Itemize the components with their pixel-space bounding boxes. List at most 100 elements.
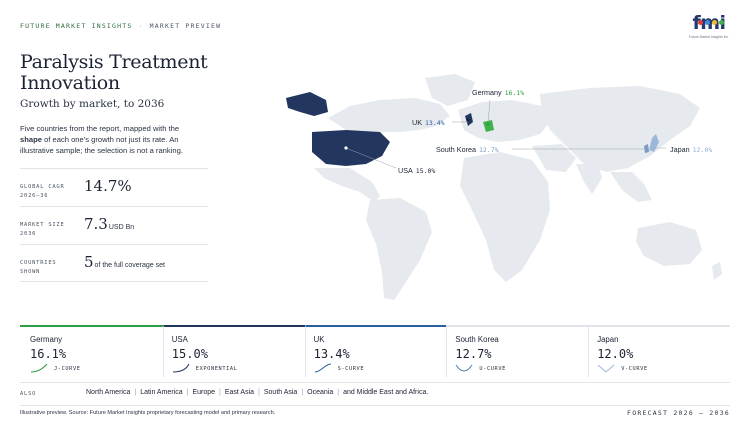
region-item: Latin America bbox=[140, 389, 183, 396]
map-label-value: 12.0% bbox=[692, 146, 713, 154]
map-label-usa: USA 15.0% bbox=[398, 166, 435, 175]
stat-global-cagr: GLOBAL CAGR 2026–36 14.7% bbox=[20, 168, 208, 206]
map-label-japan: Japan 12.0% bbox=[670, 145, 712, 154]
region-item: South Asia bbox=[263, 389, 298, 396]
stats-list: GLOBAL CAGR 2026–36 14.7% MARKET SIZE 20… bbox=[20, 168, 208, 282]
card-value: 12.7% bbox=[455, 347, 492, 361]
map-label-name: UK bbox=[412, 118, 422, 127]
region-separator: | bbox=[134, 389, 137, 396]
region-separator: | bbox=[258, 389, 260, 396]
exponential-curve-icon bbox=[172, 363, 190, 373]
land-south-america bbox=[366, 198, 432, 300]
also-label: ALSO bbox=[20, 391, 37, 397]
description-text: of each one's growth not just its rate. … bbox=[20, 135, 183, 155]
land-india bbox=[576, 164, 602, 194]
region-item: Oceania bbox=[307, 389, 334, 396]
card-name: UK bbox=[313, 335, 325, 344]
map-label-name: Germany bbox=[472, 88, 502, 97]
region-item: and Middle East and Africa. bbox=[343, 389, 429, 396]
card-shape: EXPONENTIAL bbox=[195, 366, 238, 372]
description-text: Five countries from the report, mapped w… bbox=[20, 124, 180, 133]
stat-unit: of the full coverage set bbox=[94, 262, 165, 269]
card-name: South Korea bbox=[455, 335, 499, 344]
country-cards: Germany 16.1% J-CURVE USA 15.0% EXPONENT… bbox=[20, 325, 730, 377]
region-item: Europe bbox=[192, 389, 216, 396]
map-label-name: South Korea bbox=[436, 145, 476, 154]
stat-value: 7.3USD Bn bbox=[84, 215, 134, 233]
card-shape: U-CURVE bbox=[479, 366, 506, 372]
logo-dot bbox=[698, 20, 703, 25]
page-subtitle: Growth by market, to 2036 bbox=[20, 98, 165, 110]
page-title: Paralysis Treatment Innovation bbox=[20, 51, 208, 94]
description-bold: shape bbox=[20, 135, 42, 144]
card-shape: S-CURVE bbox=[337, 366, 365, 372]
card-value: 15.0% bbox=[171, 347, 208, 361]
stat-label: MARKET SIZE 2036 bbox=[20, 222, 65, 237]
card-value: 13.4% bbox=[313, 347, 350, 361]
stat-value: 14.7% bbox=[84, 177, 133, 195]
v-curve-icon bbox=[597, 364, 615, 373]
logo-dot bbox=[712, 20, 717, 25]
map-label-value: 12.7% bbox=[478, 146, 499, 154]
map-label-value: 15.0% bbox=[415, 167, 436, 175]
s-curve-icon bbox=[314, 363, 331, 373]
region-item: North America bbox=[86, 389, 131, 396]
forecast-range: FORECAST 2026 – 2036 bbox=[627, 409, 730, 417]
land-australia bbox=[636, 222, 702, 266]
also-regions: ALSO North America | Latin America | Europe |… bbox=[20, 382, 730, 406]
stat-unit: USD Bn bbox=[108, 224, 135, 231]
map-label-value: 13.4% bbox=[425, 119, 445, 127]
region-separator: | bbox=[337, 389, 340, 396]
card-value: 12.0% bbox=[597, 347, 634, 361]
card-shape: V-CURVE bbox=[621, 366, 648, 372]
stat-number: 14.7% bbox=[84, 177, 132, 195]
card-shape: J-CURVE bbox=[54, 366, 81, 372]
map-label-south-korea: South Korea 12.7% bbox=[436, 145, 499, 154]
card-south-korea: South Korea 12.7% U-CURVE bbox=[446, 325, 589, 377]
pin-germany bbox=[486, 122, 490, 126]
stat-label: COUNTRIES SHOWN bbox=[20, 260, 57, 275]
brand-name: FUTURE MARKET INSIGHTS bbox=[20, 22, 133, 30]
logo-dot bbox=[705, 20, 710, 25]
card-japan: Japan 12.0% V-CURVE bbox=[588, 325, 730, 377]
stat-value: 5of the full coverage set bbox=[84, 253, 165, 271]
description: Five countries from the report, mapped w… bbox=[20, 123, 200, 156]
stat-market-size: MARKET SIZE 2036 7.3USD Bn bbox=[20, 206, 208, 244]
section-name: MARKET PREVIEW bbox=[149, 22, 222, 30]
region-separator: | bbox=[301, 389, 304, 396]
land-masses bbox=[314, 74, 722, 300]
fmi-logo: fmi Future Market Insights Inc. bbox=[686, 14, 732, 44]
card-name: Japan bbox=[597, 335, 619, 344]
map-label-name: Japan bbox=[670, 145, 690, 154]
pin-uk bbox=[466, 118, 470, 122]
stat-number: 5 bbox=[84, 253, 94, 271]
stat-label: GLOBAL CAGR 2026–36 bbox=[20, 184, 65, 199]
land-southeast-asia bbox=[610, 172, 652, 202]
land-usa bbox=[312, 130, 390, 166]
eyebrow-separator: · bbox=[138, 22, 144, 30]
region-separator: | bbox=[186, 389, 189, 396]
world-map-svg bbox=[286, 74, 722, 300]
stat-number: 7.3 bbox=[84, 215, 108, 233]
source-note: Illustrative preview. Source: Future Mar… bbox=[20, 410, 276, 416]
logo-dot bbox=[719, 20, 724, 25]
card-germany: Germany 16.1% J-CURVE bbox=[20, 325, 163, 377]
region-separator: | bbox=[219, 389, 221, 396]
u-curve-icon bbox=[455, 364, 473, 372]
card-usa: USA 15.0% EXPONENTIAL bbox=[162, 325, 305, 377]
map-label-name: USA bbox=[398, 166, 413, 175]
card-name: USA bbox=[171, 335, 188, 344]
region-item: East Asia bbox=[224, 389, 255, 396]
land-new-zealand bbox=[712, 262, 722, 280]
logo-dots bbox=[698, 12, 726, 30]
map-label-value: 16.1% bbox=[504, 89, 525, 97]
land-alaska bbox=[286, 92, 328, 116]
land-africa bbox=[460, 152, 550, 282]
card-uk: UK 13.4% S-CURVE bbox=[304, 325, 447, 377]
map-label-uk: UK 13.4% bbox=[412, 118, 445, 127]
logo-tagline: Future Market Insights Inc. bbox=[688, 35, 730, 39]
card-value: 16.1% bbox=[30, 347, 67, 361]
world-map: Germany 16.1% UK 13.4% South Korea 12.7% Ja… bbox=[250, 60, 750, 320]
stat-countries-shown: COUNTRIES SHOWN 5of the full coverage se… bbox=[20, 244, 208, 282]
j-curve-icon bbox=[30, 363, 48, 373]
